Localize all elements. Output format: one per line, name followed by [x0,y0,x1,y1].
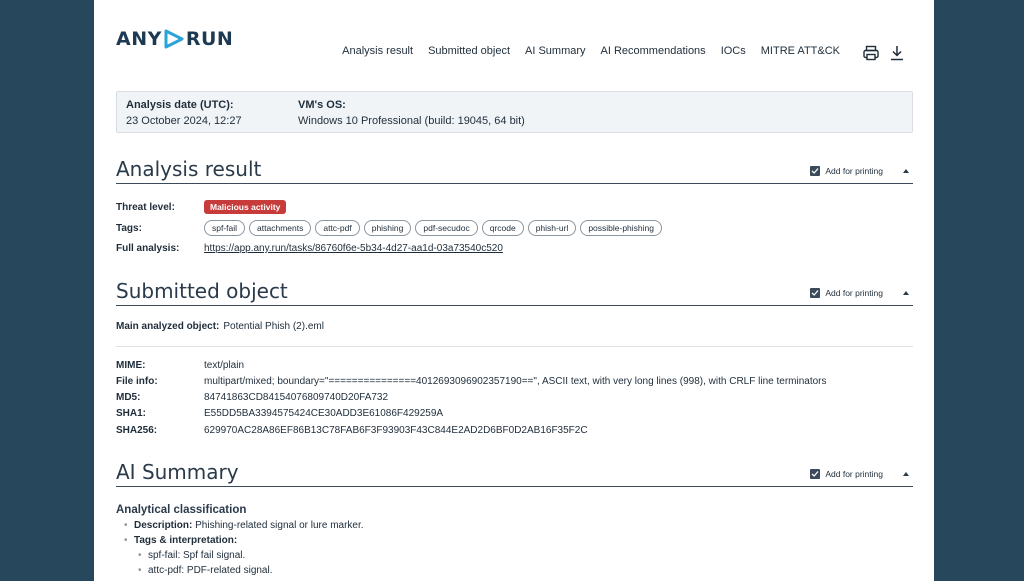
tags-row: Tags: spf-fail attachments attc-pdf phis… [116,220,662,236]
main-object-row: Main analyzed object: Potential Phish (2… [116,321,324,332]
file-info-label: File info: [116,376,158,387]
threat-badge: Malicious activity [204,200,287,214]
tag-chip[interactable]: attc-pdf [315,220,360,236]
threat-level-row: Threat level: Malicious activity [116,200,287,214]
section-ai-summary: AI Summary Add for printing [116,460,913,487]
section-title: Analysis result [116,157,262,181]
section-title: AI Summary [116,460,239,484]
vm-os-value: Windows 10 Professional (build: 19045, 6… [298,115,525,127]
tags-label: Tags: [116,222,142,234]
tag-chip[interactable]: phishing [363,220,412,236]
sha1-row: SHA1: E55DD5BA3394575424CE30ADD3E61086F4… [116,408,443,419]
nav-ai-recommendations[interactable]: AI Recommendations [601,45,706,57]
tags-interpretation-label: Tags & interpretation: [134,535,238,546]
collapse-caret-icon[interactable] [903,291,909,295]
section-title: Submitted object [116,279,288,303]
sha256-row: SHA256: 629970AC28A86EF86B13C78FAB6F3F93… [116,425,588,436]
tag-chip[interactable]: phish-url [527,220,577,236]
logo-play-icon [164,29,184,49]
add-for-printing-label: Add for printing [825,288,883,298]
sha1-value: E55DD5BA3394575424CE30ADD3E61086F429259A [204,408,444,419]
nav-analysis-result[interactable]: Analysis result [342,45,413,57]
report-page: ANY RUN Analysis result Submitted object… [94,0,934,581]
nav-iocs[interactable]: IOCs [721,45,746,57]
analysis-info-box: Analysis date (UTC): 23 October 2024, 12… [116,91,913,133]
interpretation-list-item: spf-fail: Spf fail signal. [138,550,245,561]
main-object-label: Main analyzed object: [116,321,220,332]
nav-submitted-object[interactable]: Submitted object [428,45,510,57]
tag-chip[interactable]: attachments [249,220,312,236]
tag-list: spf-fail attachments attc-pdf phishing p… [204,220,662,236]
tag-chip[interactable]: qrcode [481,220,524,236]
tag-chip[interactable]: spf-fail [204,220,246,236]
threat-level-label: Threat level: [116,201,175,213]
description-label: Description: [134,520,193,531]
sha256-label: SHA256: [116,425,158,436]
file-info-row: File info: multipart/mixed; boundary="==… [116,376,827,387]
add-for-printing-label: Add for printing [825,469,883,479]
full-analysis-row: Full analysis: https://app.any.run/tasks… [116,243,503,254]
mime-row: MIME: text/plain [116,360,244,371]
checkbox-checked-icon[interactable] [810,166,821,176]
analysis-date-label: Analysis date (UTC): [126,99,234,111]
download-icon[interactable] [888,44,906,62]
tags-interpretation-item: Tags & interpretation: [124,535,238,546]
section-analysis-result: Analysis result Add for printing [116,157,913,184]
full-analysis-link[interactable]: https://app.any.run/tasks/86760f6e-5b34-… [204,243,503,254]
description-value: Phishing-related signal or lure marker. [195,520,364,531]
divider [116,346,913,347]
file-info-value: multipart/mixed; boundary="=============… [204,376,827,387]
anyrun-logo[interactable]: ANY RUN [116,28,233,50]
tag-chip[interactable]: pdf-secudoc [415,220,478,236]
checkbox-checked-icon[interactable] [810,288,821,298]
checkbox-checked-icon[interactable] [810,469,821,479]
tag-chip[interactable]: possible-phishing [580,220,662,236]
main-object-value: Potential Phish (2).eml [223,321,324,332]
print-icon[interactable] [862,44,880,62]
md5-label: MD5: [116,392,141,403]
logo-text-left: ANY [116,28,162,50]
add-for-printing-label: Add for printing [825,166,883,176]
add-for-printing-toggle[interactable]: Add for printing [810,288,883,298]
add-for-printing-toggle[interactable]: Add for printing [810,166,883,176]
header: ANY RUN Analysis result Submitted object… [116,0,912,70]
vm-os-label: VM's OS: [298,99,346,111]
top-nav: Analysis result Submitted object AI Summ… [342,45,840,57]
add-for-printing-toggle[interactable]: Add for printing [810,469,883,479]
mime-label: MIME: [116,360,146,371]
mime-value: text/plain [204,360,245,371]
full-analysis-label: Full analysis: [116,243,180,254]
description-item: Description: Phishing-related signal or … [124,520,364,531]
sha256-value: 629970AC28A86EF86B13C78FAB6F3F93903F43C8… [204,425,588,436]
logo-text-right: RUN [185,28,234,50]
md5-row: MD5: 84741863CD84154076809740D20FA732 [116,392,388,403]
interpretation-list-item: attc-pdf: PDF-related signal. [138,565,272,576]
md5-value: 84741863CD84154076809740D20FA732 [204,392,389,403]
nav-ai-summary[interactable]: AI Summary [525,45,586,57]
analytical-classification-heading: Analytical classification [116,504,247,516]
collapse-caret-icon[interactable] [903,472,909,476]
nav-mitre[interactable]: MITRE ATT&CK [761,45,840,57]
analysis-date-value: 23 October 2024, 12:27 [126,115,242,127]
section-submitted-object: Submitted object Add for printing [116,279,913,306]
collapse-caret-icon[interactable] [903,169,909,173]
sha1-label: SHA1: [116,408,147,419]
